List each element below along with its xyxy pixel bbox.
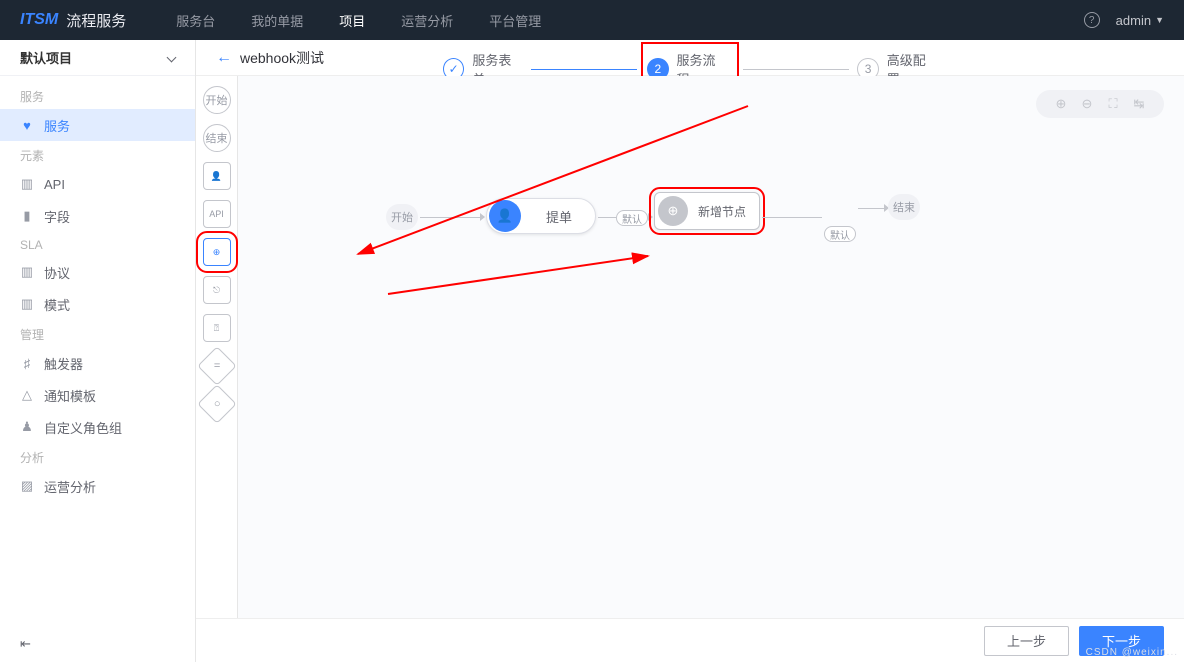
flow-edge <box>858 208 886 209</box>
sidebar-item-label: 字段 <box>44 207 70 226</box>
logo: ITSM 流程服务 <box>20 10 126 31</box>
branch-icon: ⎋ <box>213 285 220 296</box>
person-icon: 👤 <box>211 171 222 182</box>
palette-person-node[interactable]: 👤 <box>203 162 231 190</box>
zoom-out-icon[interactable]: ⊖ <box>1074 95 1100 113</box>
flow-submit-node[interactable]: 👤 提单 <box>486 198 596 234</box>
flow-node-label: 提单 <box>523 207 595 226</box>
canvas-toolbar: ⊕ ⊖ ⛶ ↹ <box>1036 90 1164 118</box>
flow-edge <box>598 217 616 218</box>
flow-edge-label[interactable]: 默认 <box>616 210 648 226</box>
sidebar-item-service[interactable]: ♥ 服务 <box>0 109 195 141</box>
globe-icon: ⊕ <box>658 196 688 226</box>
palette-equal-node[interactable]: = <box>197 346 237 386</box>
nav-my-tickets[interactable]: 我的单据 <box>251 11 303 30</box>
flow-edge <box>762 217 822 218</box>
flow-start-node[interactable]: 开始 <box>386 204 418 230</box>
nav-service-desk[interactable]: 服务台 <box>176 11 215 30</box>
field-icon: ▮ <box>20 208 34 224</box>
sidebar: 默认项目 服务 ♥ 服务 元素 ▥ API ▮ 字段 SLA ▥ 协议 ▥ 模式 管理 ♯… <box>0 40 196 662</box>
annotation-arrows <box>238 76 1184 476</box>
palette-webhook-node[interactable]: ⊕ <box>203 238 231 266</box>
layout-icon[interactable]: ↹ <box>1126 95 1152 113</box>
flow-new-node[interactable]: ⊕ 新增节点 <box>654 192 760 230</box>
flow-arrow-icon <box>648 213 653 221</box>
project-selector[interactable]: 默认项目 <box>0 40 195 76</box>
watermark: CSDN @weixin... <box>1086 647 1178 658</box>
flow-edge <box>420 217 482 218</box>
flow-edge-label[interactable]: 默认 <box>824 226 856 242</box>
sidebar-item-label: 协议 <box>44 263 70 282</box>
sidebar-item-label: 服务 <box>44 116 70 135</box>
chevron-down-icon: ▼ <box>1155 15 1164 25</box>
sidebar-item-label: API <box>44 177 65 192</box>
sla-icon: ▥ <box>20 264 34 280</box>
sidebar-item-notify[interactable]: △ 通知模板 <box>0 379 195 411</box>
user-menu[interactable]: admin ▼ <box>1116 13 1164 28</box>
equal-icon: = <box>213 360 219 372</box>
sidebar-item-label: 模式 <box>44 295 70 314</box>
sidebar-item-label: 运营分析 <box>44 477 96 496</box>
sidebar-item-analysis[interactable]: ▨ 运营分析 <box>0 470 195 502</box>
sidebar-item-label: 触发器 <box>44 354 83 373</box>
chart-icon: ▨ <box>20 478 34 494</box>
flow-arrow-icon <box>480 213 485 221</box>
role-icon: ♟ <box>20 419 34 435</box>
logo-brand: ITSM <box>20 11 58 29</box>
bell-icon: △ <box>20 387 34 403</box>
fullscreen-icon[interactable]: ⛶ <box>1100 95 1126 113</box>
back-arrow-icon[interactable]: ← <box>216 49 232 67</box>
sidebar-item-api[interactable]: ▥ API <box>0 168 195 200</box>
zoom-in-icon[interactable]: ⊕ <box>1048 95 1074 113</box>
flow-canvas[interactable]: ⊕ ⊖ ⛶ ↹ 开始 👤 提单 默认 ⊕ 新增节点 默认 结束 <box>238 76 1184 618</box>
palette-approve-node[interactable]: ⍰ <box>203 314 231 342</box>
logo-label: 流程服务 <box>66 10 126 31</box>
mode-icon: ▥ <box>20 296 34 312</box>
palette-start-node[interactable]: 开始 <box>203 86 231 114</box>
globe-icon: ⊕ <box>213 247 221 258</box>
nav-analysis[interactable]: 运营分析 <box>401 11 453 30</box>
main-content: ← webhook测试 ✓ 服务表单 2 服务流程 3 高级配置 开始 结束 👤… <box>196 40 1184 662</box>
top-nav: 服务台 我的单据 项目 运营分析 平台管理 <box>176 11 541 30</box>
approve-icon: ⍰ <box>214 323 219 334</box>
sidebar-item-trigger[interactable]: ♯ 触发器 <box>0 347 195 379</box>
palette-cond-node[interactable]: ○ <box>197 384 237 424</box>
node-palette: 开始 结束 👤 API ⊕ ⎋ ⍰ = ○ <box>196 76 238 618</box>
project-name: 默认项目 <box>20 48 72 67</box>
prev-button[interactable]: 上一步 <box>984 626 1069 656</box>
footer-actions: 上一步 下一步 <box>196 618 1184 662</box>
chevron-down-icon <box>167 53 177 63</box>
circle-icon: ○ <box>213 398 220 410</box>
side-group-service: 服务 <box>0 82 195 109</box>
person-icon: 👤 <box>489 200 521 232</box>
side-group-manage: 管理 <box>0 320 195 347</box>
palette-branch-node[interactable]: ⎋ <box>203 276 231 304</box>
breadcrumb: ← webhook测试 ✓ 服务表单 2 服务流程 3 高级配置 <box>196 40 1184 76</box>
heart-icon: ♥ <box>20 118 34 133</box>
step-line <box>531 69 638 70</box>
nav-project[interactable]: 项目 <box>339 11 365 30</box>
sidebar-item-sla[interactable]: ▥ 协议 <box>0 256 195 288</box>
sidebar-item-field[interactable]: ▮ 字段 <box>0 200 195 232</box>
side-group-analysis: 分析 <box>0 443 195 470</box>
flow-node-label: 新增节点 <box>688 203 756 220</box>
step-line <box>743 69 850 70</box>
nav-platform[interactable]: 平台管理 <box>489 11 541 30</box>
side-group-element: 元素 <box>0 141 195 168</box>
help-icon[interactable]: ? <box>1084 12 1100 28</box>
trigger-icon: ♯ <box>20 356 34 371</box>
sidebar-item-label: 通知模板 <box>44 386 96 405</box>
api-icon: ▥ <box>20 176 34 192</box>
sidebar-collapse-button[interactable]: ⇤ <box>20 636 31 652</box>
sidebar-item-mode[interactable]: ▥ 模式 <box>0 288 195 320</box>
sidebar-item-role[interactable]: ♟ 自定义角色组 <box>0 411 195 443</box>
page-title: webhook测试 <box>240 48 324 68</box>
user-name: admin <box>1116 13 1151 28</box>
sidebar-item-label: 自定义角色组 <box>44 418 122 437</box>
flow-end-node[interactable]: 结束 <box>888 194 920 220</box>
palette-end-node[interactable]: 结束 <box>203 124 231 152</box>
palette-api-node[interactable]: API <box>203 200 231 228</box>
app-header: ITSM 流程服务 服务台 我的单据 项目 运营分析 平台管理 ? admin … <box>0 0 1184 40</box>
side-group-sla: SLA <box>0 232 195 256</box>
